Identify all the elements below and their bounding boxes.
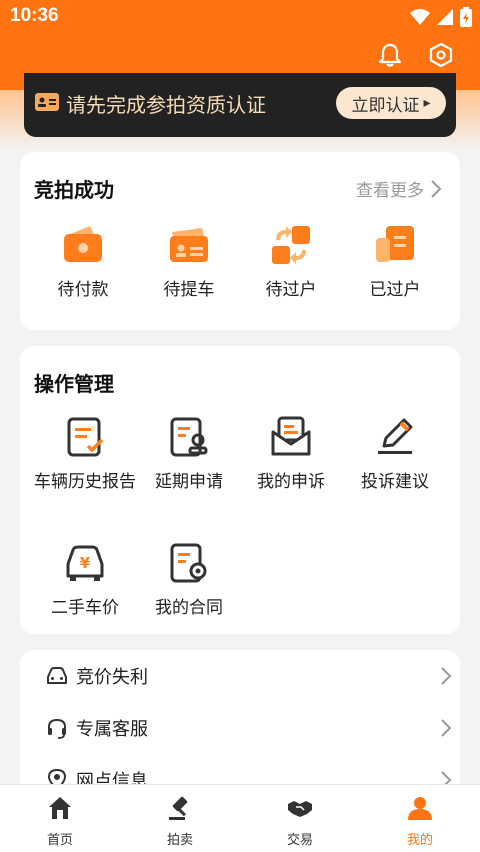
chevron-right-icon xyxy=(441,667,452,685)
vehicle-history-report-label: 车辆历史报告 xyxy=(34,472,136,492)
play-arrow-icon: ▸ xyxy=(423,95,431,111)
chevron-right-icon xyxy=(441,719,452,737)
chevron-right-icon xyxy=(431,179,442,198)
tab-home-label: 首页 xyxy=(46,833,73,848)
report-icon xyxy=(67,417,104,457)
notification-button[interactable] xyxy=(370,38,410,72)
headset-icon xyxy=(48,718,66,739)
wifi-icon xyxy=(410,9,430,25)
customer-service-label: 专属客服 xyxy=(76,719,148,740)
pending-payment-item[interactable]: 待付款 xyxy=(28,224,138,302)
appeal-icon xyxy=(271,416,311,456)
pending-transfer-item[interactable]: 待过户 xyxy=(236,224,346,302)
tab-trade[interactable]: 交易 xyxy=(240,785,360,852)
tab-auction[interactable]: 拍卖 xyxy=(120,785,240,852)
contract-icon xyxy=(170,543,207,583)
battery-icon xyxy=(460,7,472,27)
extension-icon xyxy=(170,417,208,457)
my-contract-label: 我的合同 xyxy=(155,598,223,618)
wallet-icon xyxy=(64,226,102,262)
status-icons xyxy=(410,7,472,27)
transfer-icon xyxy=(272,226,310,264)
tab-home[interactable]: 首页 xyxy=(0,785,120,852)
bid-lost-row[interactable]: 竞价失利 xyxy=(20,650,460,702)
home-icon xyxy=(49,797,71,819)
status-bar: 10:36 xyxy=(0,0,480,34)
operations-title: 操作管理 xyxy=(34,372,114,396)
pending-pickup-item[interactable]: 待提车 xyxy=(134,224,244,302)
pending-payment-label: 待付款 xyxy=(57,280,109,300)
signal-icon xyxy=(437,9,453,25)
certification-banner[interactable]: 请先完成参拍资质认证 立即认证 ▸ xyxy=(24,73,456,137)
tab-auction-label: 拍卖 xyxy=(166,833,193,848)
transferred-label: 已过户 xyxy=(369,280,421,300)
document-icon xyxy=(376,226,414,262)
certify-now-label: 立即认证 xyxy=(351,95,420,116)
car-icon xyxy=(47,667,67,684)
auction-success-title: 竞拍成功 xyxy=(34,178,114,202)
complaint-suggestion-label: 投诉建议 xyxy=(361,472,429,492)
tab-mine-label: 我的 xyxy=(406,833,433,848)
my-appeal-item[interactable]: 我的申诉 xyxy=(236,416,346,494)
auction-success-card: 竞拍成功 查看更多 待付款 待提车 待过户 已过户 xyxy=(20,152,460,330)
bell-icon xyxy=(378,43,402,67)
pending-pickup-label: 待提车 xyxy=(163,280,215,300)
extension-application-label: 延期申请 xyxy=(155,472,223,492)
handshake-icon xyxy=(288,801,312,817)
status-time: 10:36 xyxy=(10,5,59,26)
transferred-item[interactable]: 已过户 xyxy=(340,224,450,302)
my-contract-item[interactable]: 我的合同 xyxy=(134,542,244,620)
pending-transfer-label: 待过户 xyxy=(265,280,317,300)
car-price-icon: ¥ xyxy=(66,545,104,581)
operations-card: 操作管理 车辆历史报告 延期申请 我的申诉 投诉建议 ¥ 二手车价 我的合同 xyxy=(20,346,460,634)
tab-trade-label: 交易 xyxy=(286,833,313,848)
complaint-suggestion-item[interactable]: 投诉建议 xyxy=(340,416,450,494)
id-card-icon xyxy=(35,93,59,111)
svg-text:¥: ¥ xyxy=(80,554,91,572)
user-icon xyxy=(408,797,432,820)
settings-icon xyxy=(429,42,453,68)
view-more-link[interactable]: 查看更多 xyxy=(356,176,442,201)
extension-application-item[interactable]: 延期申请 xyxy=(134,416,244,494)
bid-lost-label: 竞价失利 xyxy=(76,667,148,688)
certification-text: 请先完成参拍资质认证 xyxy=(66,93,266,117)
used-car-price-label: 二手车价 xyxy=(51,598,119,618)
gavel-icon xyxy=(169,796,188,820)
certify-now-button[interactable]: 立即认证 ▸ xyxy=(336,87,446,119)
pen-icon xyxy=(378,418,413,454)
tab-mine[interactable]: 我的 xyxy=(360,785,480,852)
card-icon xyxy=(170,228,208,262)
used-car-price-item[interactable]: ¥ 二手车价 xyxy=(30,542,140,620)
customer-service-row[interactable]: 专属客服 xyxy=(20,702,460,754)
tab-bar: 首页 拍卖 交易 我的 xyxy=(0,784,480,852)
my-appeal-label: 我的申诉 xyxy=(257,472,325,492)
view-more-label: 查看更多 xyxy=(356,181,424,201)
vehicle-history-report-item[interactable]: 车辆历史报告 xyxy=(30,416,140,494)
settings-button[interactable] xyxy=(421,38,461,72)
